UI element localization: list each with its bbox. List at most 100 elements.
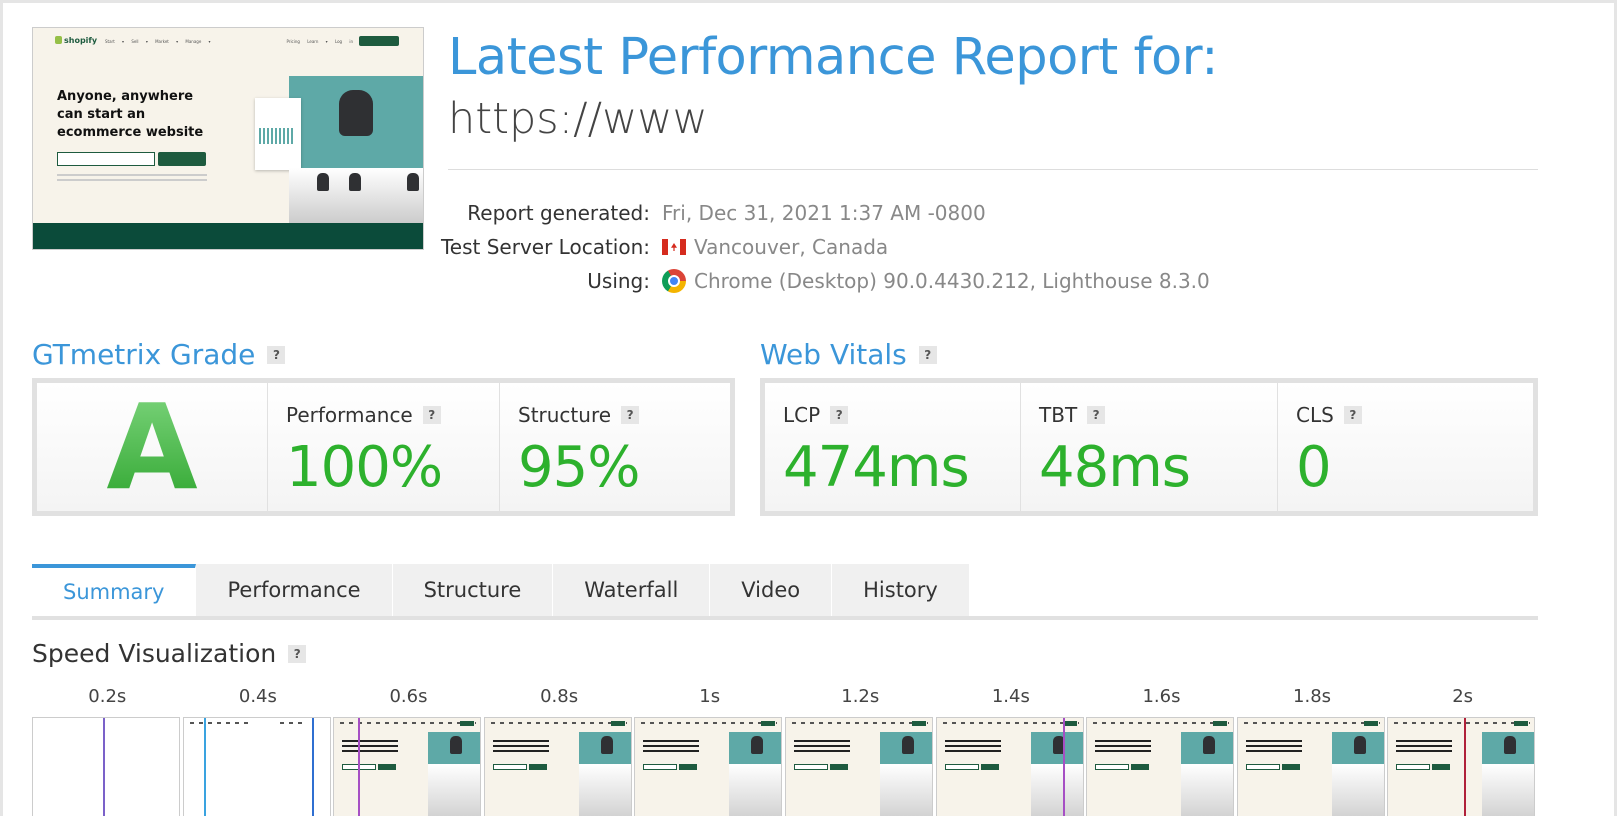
frame-input	[492, 764, 527, 770]
frame-button	[1363, 721, 1378, 726]
thumbnail-logo: shopify	[55, 36, 97, 45]
thumbnail-fine-print	[57, 174, 207, 176]
cls-label-wrap: CLS?	[1296, 403, 1362, 427]
filmstrip-frame[interactable]	[182, 717, 331, 816]
tab-video[interactable]: Video	[710, 564, 833, 616]
frame-backpack	[1504, 736, 1517, 754]
tbt-label: TBT	[1039, 403, 1078, 427]
report-tabs: Summary Performance Structure Waterfall …	[32, 564, 1538, 620]
cls-help-button[interactable]: ?	[1343, 406, 1362, 424]
frame-shelf	[1181, 764, 1234, 816]
frame-input-button	[1432, 764, 1451, 770]
report-url[interactable]: https://www	[448, 94, 708, 144]
web-vitals-panel: LCP? 474ms TBT? 48ms CLS? 0	[760, 378, 1538, 516]
filmstrip-tick: 0.2s	[88, 686, 127, 707]
thumbnail-footer	[33, 223, 423, 249]
tab-waterfall[interactable]: Waterfall	[553, 564, 711, 616]
meta-row-location: Test Server Location: Vancouver, Canada	[440, 230, 1240, 264]
ttfb-marker	[203, 718, 206, 816]
frame-shelf	[879, 764, 932, 816]
web-vitals-title: Web Vitals	[760, 338, 907, 371]
frame-button	[1062, 721, 1077, 726]
web-vitals-help-button[interactable]: ?	[918, 345, 937, 364]
filmstrip-frame[interactable]	[1086, 717, 1235, 816]
lcp-label: LCP	[783, 403, 821, 427]
frame-input-button	[829, 764, 848, 770]
mini-backpack-image	[407, 173, 419, 191]
thumbnail-headline: Anyone, anywhere can start an ecommerce …	[57, 89, 204, 140]
frame-input-button	[378, 764, 397, 770]
web-vitals-heading: Web Vitals ?	[760, 338, 937, 371]
filmstrip-tick: 1.4s	[991, 686, 1030, 707]
filmstrip-frame[interactable]	[784, 717, 933, 816]
thumbnail-stats-bars	[259, 128, 295, 144]
tab-performance[interactable]: Performance	[196, 564, 393, 616]
gtmetrix-help-button[interactable]: ?	[267, 345, 286, 364]
filmstrip-frame[interactable]	[1387, 717, 1536, 816]
filmstrip-frame[interactable]	[333, 717, 482, 816]
frame-nav	[189, 722, 250, 724]
tbt-help-button[interactable]: ?	[1087, 406, 1106, 424]
lcp-cell: LCP? 474ms	[765, 383, 1020, 511]
generated-value: Fri, Dec 31, 2021 1:37 AM -0800	[662, 201, 986, 225]
structure-label: Structure	[518, 403, 612, 427]
filmstrip-tick: 2s	[1452, 686, 1474, 707]
performance-label-wrap: Performance?	[286, 403, 441, 427]
frame-shelf	[1482, 764, 1535, 816]
performance-help-button[interactable]: ?	[422, 406, 441, 424]
using-value: Chrome (Desktop) 90.0.4430.212, Lighthou…	[694, 269, 1210, 293]
filmstrip-tick: 1.8s	[1293, 686, 1332, 707]
frame-button	[761, 721, 776, 726]
frame-input	[1396, 764, 1431, 770]
chrome-icon	[662, 269, 686, 293]
frame-backpack	[450, 736, 463, 754]
gtmetrix-grade-heading: GTmetrix Grade ?	[32, 338, 286, 371]
speed-visualization-heading: Speed Visualization ?	[32, 639, 307, 668]
filmstrip-frame[interactable]	[634, 717, 783, 816]
tbt-cell: TBT? 48ms	[1020, 383, 1277, 511]
shopify-bag-icon	[55, 36, 62, 44]
frame-nav	[490, 722, 627, 724]
speed-help-button[interactable]: ?	[288, 644, 307, 663]
onload-marker	[1464, 718, 1467, 816]
thumbnail-menu-right: Pricing Learn ▾ Log in	[286, 39, 353, 44]
performance-label: Performance	[286, 403, 413, 427]
filmstrip-frame[interactable]	[1236, 717, 1385, 816]
cls-label: CLS	[1296, 403, 1334, 427]
frame-input	[1095, 764, 1130, 770]
location-label: Test Server Location:	[440, 235, 650, 259]
page-screenshot-thumbnail[interactable]: shopify Start ▾ Sell ▾ Market ▾ Manage ▾…	[32, 27, 424, 250]
frame-nav	[791, 722, 928, 724]
filmstrip-tick: 0.6s	[389, 686, 428, 707]
frame-nav	[1243, 722, 1380, 724]
structure-cell: Structure? 95%	[499, 383, 730, 511]
thumbnail-email-field	[57, 152, 155, 166]
location-value: Vancouver, Canada	[694, 235, 889, 259]
speed-visualization-title: Speed Visualization	[32, 639, 277, 668]
frame-headline	[643, 740, 700, 754]
canada-flag-icon	[662, 239, 686, 255]
structure-help-button[interactable]: ?	[621, 406, 640, 424]
report-title: Latest Performance Report for:	[448, 28, 1218, 87]
gtmetrix-grade-title: GTmetrix Grade	[32, 338, 256, 371]
tab-history[interactable]: History	[832, 564, 970, 616]
frame-input-button	[980, 764, 999, 770]
frame-button	[911, 721, 926, 726]
frame-input	[643, 764, 678, 770]
meta-row-using: Using: Chrome (Desktop) 90.0.4430.212, L…	[440, 264, 1240, 298]
filmstrip-frame[interactable]	[32, 717, 180, 816]
frame-input-button	[679, 764, 698, 770]
frame-nav	[340, 722, 477, 724]
frame-shelf	[578, 764, 631, 816]
thumbnail-menu-left: Start ▾ Sell ▾ Market ▾ Manage ▾	[105, 39, 211, 44]
report-meta: Report generated: Fri, Dec 31, 2021 1:37…	[440, 196, 1240, 298]
thumbnail-email-button	[158, 152, 206, 166]
filmstrip-frame[interactable]	[935, 717, 1084, 816]
lcp-help-button[interactable]: ?	[830, 406, 849, 424]
filmstrip-frame[interactable]	[483, 717, 632, 816]
tab-structure[interactable]: Structure	[392, 564, 554, 616]
frame-shelf	[1331, 764, 1384, 816]
frame-backpack	[901, 736, 914, 754]
frame-shelf	[729, 764, 782, 816]
tab-summary[interactable]: Summary	[32, 564, 197, 616]
